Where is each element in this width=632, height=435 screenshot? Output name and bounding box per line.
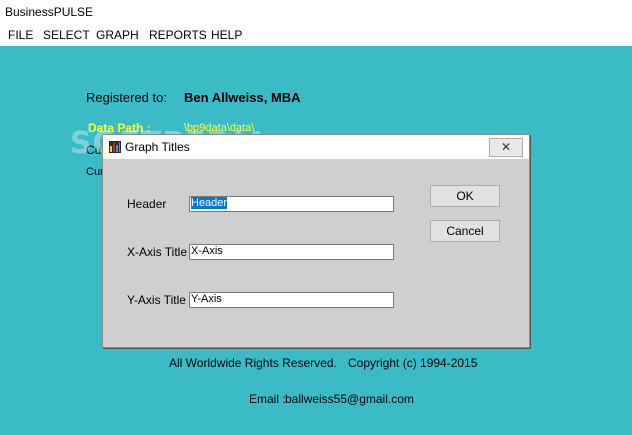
dialog-title: Graph Titles	[125, 140, 190, 154]
close-icon: ✕	[500, 140, 512, 154]
menu-select[interactable]: SELECT	[43, 28, 90, 42]
graph-titles-dialog: Graph Titles ✕ Header Header X-Axis Titl…	[102, 134, 530, 348]
registered-label: Registered to:	[86, 90, 167, 105]
dialog-titlebar[interactable]: Graph Titles ✕	[103, 135, 529, 159]
menu-file[interactable]: FILE	[8, 28, 33, 42]
copyright-text: Copyright (c) 1994-2015	[348, 356, 478, 370]
y-axis-title-value: Y-Axis	[191, 293, 222, 305]
cancel-button[interactable]: Cancel	[430, 220, 500, 242]
y-axis-title-label: Y-Axis Title	[127, 293, 186, 307]
registered-name: Ben Allweiss, MBA	[184, 90, 301, 105]
rights-text: All Worldwide Rights Reserved.	[169, 356, 337, 370]
window-title: BusinessPULSE	[5, 5, 94, 19]
email-label: Email :	[249, 392, 286, 406]
header-input[interactable]: Header	[189, 196, 394, 212]
header-input-value: Header	[191, 197, 228, 209]
y-axis-title-input[interactable]: Y-Axis	[189, 292, 394, 308]
dialog-body: Header Header X-Axis Title X-Axis Y-Axis…	[103, 159, 529, 347]
x-axis-title-input[interactable]: X-Axis	[189, 244, 394, 260]
menu-help[interactable]: HELP	[211, 28, 242, 42]
x-axis-title-label: X-Axis Title	[127, 245, 188, 259]
app-graph-icon	[108, 140, 122, 154]
email-value: ballweiss55@gmail.com	[285, 392, 414, 406]
ok-button[interactable]: OK	[430, 185, 500, 207]
window-titlebar: BusinessPULSE	[0, 0, 632, 24]
x-axis-title-value: X-Axis	[191, 245, 223, 257]
menu-bar: FILE SELECT GRAPH REPORTS HELP	[0, 24, 632, 46]
header-label: Header	[127, 197, 167, 211]
menu-reports[interactable]: REPORTS	[149, 28, 207, 42]
close-button[interactable]: ✕	[489, 138, 523, 157]
menu-graph[interactable]: GRAPH	[96, 28, 139, 42]
